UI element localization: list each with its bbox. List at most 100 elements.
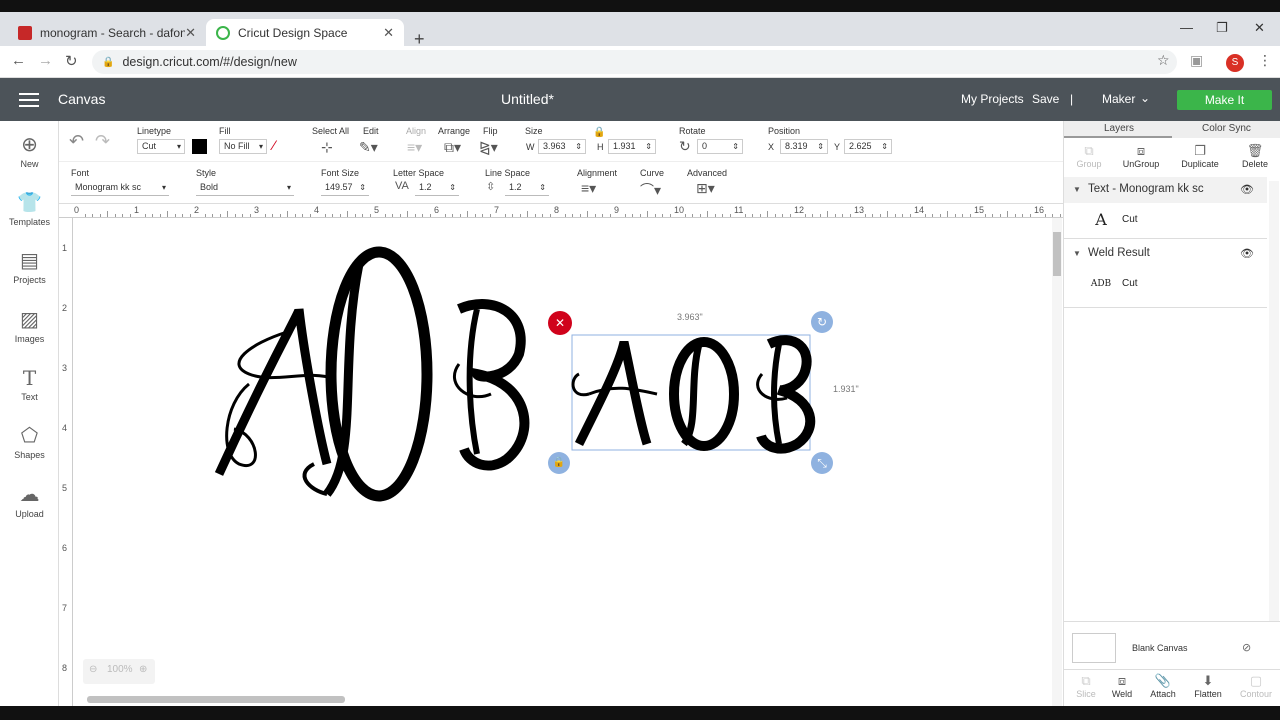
vertical-scrollbar[interactable] <box>1052 218 1062 706</box>
letter-space-input[interactable]: 1.2 ⇕ <box>415 181 459 196</box>
y-position-input[interactable]: 2.625 ⇕ <box>844 139 892 154</box>
stepper-icon[interactable]: ⇕ <box>881 140 888 153</box>
group-button[interactable]: ⧉ Group <box>1064 143 1114 169</box>
browser-menu-icon[interactable]: ⋮ <box>1258 52 1272 69</box>
color-swatch[interactable] <box>192 139 207 154</box>
edit-tools-icon[interactable]: ✎▾ <box>359 139 378 156</box>
rotate-handle-icon[interactable]: ↻ <box>811 311 833 333</box>
layer-group-header[interactable]: ▼ Text - Monogram kk sc 👁 <box>1064 177 1267 203</box>
url-field[interactable]: 🔒 design.cricut.com/#/design/new <box>92 50 1177 74</box>
flatten-button[interactable]: ⬇ Flatten <box>1186 673 1230 699</box>
chevron-down-icon[interactable]: ⌄ <box>1140 91 1150 105</box>
flip-button[interactable]: Flip <box>483 126 498 136</box>
arrange-button[interactable]: Arrange <box>438 126 470 136</box>
edit-button[interactable]: Edit <box>363 126 379 136</box>
lock-handle-icon[interactable]: 🔒 <box>548 452 570 474</box>
back-icon[interactable]: ← <box>11 52 26 69</box>
lock-proportions-icon[interactable]: 🔒 <box>593 127 605 138</box>
zoom-in-icon[interactable]: ⊕ <box>139 664 147 675</box>
make-it-button[interactable]: Make It <box>1177 90 1272 110</box>
collapse-triangle-icon[interactable]: ▼ <box>1073 185 1081 194</box>
tab-layers[interactable]: Layers <box>1104 123 1134 134</box>
stepper-icon[interactable]: ⇕ <box>449 181 456 194</box>
design-canvas[interactable]: 0 1 2 3 4 5 6 7 8 9 10 11 12 13 14 15 16 12345678 <box>59 204 1063 706</box>
layers-scrollbar[interactable] <box>1269 181 1279 621</box>
divider <box>1064 307 1267 308</box>
duplicate-button[interactable]: ❐ Duplicate <box>1175 143 1225 169</box>
minimize-icon[interactable]: — <box>1180 20 1193 35</box>
resize-handle-icon[interactable]: ⤡ <box>811 452 833 474</box>
y-value: 2.625 <box>849 141 872 151</box>
layer-item-weld-cut[interactable]: ADB Cut <box>1064 267 1267 301</box>
machine-select[interactable]: Maker <box>1102 92 1135 106</box>
fill-select[interactable]: No Fill ▾ <box>219 139 267 154</box>
sidebar-item-label: Text <box>21 392 38 402</box>
height-input[interactable]: 1.931 ⇕ <box>608 139 656 154</box>
stepper-icon[interactable]: ⇕ <box>575 140 582 153</box>
arrange-icon[interactable]: ⧉▾ <box>444 139 461 156</box>
visibility-eye-icon[interactable]: 👁 <box>1240 183 1254 196</box>
bookmark-star-icon[interactable]: ☆ <box>1157 52 1170 69</box>
delete-handle-icon[interactable]: ✕ <box>548 311 572 335</box>
delete-button[interactable]: 🗑 Delete <box>1230 143 1280 169</box>
rotate-input[interactable]: 0 ⇕ <box>697 139 743 154</box>
align-icon[interactable]: ≡▾ <box>407 139 422 156</box>
style-select[interactable]: Bold ▾ <box>196 181 294 196</box>
tab-color-sync[interactable]: Color Sync <box>1202 123 1251 134</box>
horizontal-scrollbar[interactable] <box>87 696 345 703</box>
contour-button[interactable]: ▢ Contour <box>1234 673 1278 699</box>
save-link[interactable]: Save <box>1032 92 1059 106</box>
weld-button[interactable]: ⧈ Weld <box>1100 673 1144 699</box>
sidebar-item-templates[interactable]: 👕 Templates <box>0 191 59 227</box>
close-tab-icon[interactable]: ✕ <box>383 25 394 41</box>
select-all-button[interactable]: Select All <box>312 126 349 136</box>
browser-tab-dafont[interactable]: monogram - Search - dafont.com ✕ <box>8 19 206 46</box>
close-tab-icon[interactable]: ✕ <box>185 25 196 41</box>
stepper-icon[interactable]: ⇕ <box>539 181 546 194</box>
redo-icon[interactable]: ↷ <box>95 131 110 152</box>
browser-tab-cricut[interactable]: Cricut Design Space ✕ <box>206 19 404 46</box>
line-space-input[interactable]: 1.2 ⇕ <box>505 181 549 196</box>
stepper-icon[interactable]: ⇕ <box>732 140 739 153</box>
font-select[interactable]: Monogram kk sc ▾ <box>71 181 169 196</box>
scrollbar-thumb[interactable] <box>1053 232 1061 276</box>
position-label: Position <box>768 126 801 136</box>
window-close-icon[interactable]: ✕ <box>1254 20 1265 36</box>
undo-icon[interactable]: ↶ <box>69 131 84 152</box>
extension-icon[interactable]: ▣ <box>1190 52 1203 69</box>
reload-icon[interactable]: ↻ <box>65 52 78 70</box>
width-input[interactable]: 3.963 ⇕ <box>538 139 586 154</box>
flatten-label: Flatten <box>1194 689 1222 699</box>
sidebar-item-text[interactable]: T Text <box>0 366 59 402</box>
sidebar-item-new[interactable]: ⊕ New <box>0 133 59 169</box>
stepper-icon[interactable]: ⇕ <box>645 140 652 153</box>
sidebar-item-shapes[interactable]: ⬠ Shapes <box>0 424 59 460</box>
text-align-icon[interactable]: ≡▾ <box>581 180 596 197</box>
sidebar-item-upload[interactable]: ☁ Upload <box>0 483 59 519</box>
profile-avatar[interactable]: S <box>1226 54 1244 72</box>
collapse-triangle-icon[interactable]: ▼ <box>1073 249 1081 258</box>
select-all-icon[interactable]: ⊹ <box>321 139 333 156</box>
hidden-eye-icon[interactable]: ⊘ <box>1242 641 1251 654</box>
visibility-eye-icon[interactable]: 👁 <box>1240 247 1254 260</box>
ungroup-button[interactable]: ⧈ UnGroup <box>1116 143 1166 169</box>
font-size-input[interactable]: 149.57 ⇕ <box>321 181 369 196</box>
maximize-icon[interactable]: ❐ <box>1216 20 1228 36</box>
stepper-icon[interactable]: ⇕ <box>817 140 824 153</box>
linetype-select[interactable]: Cut ▾ <box>137 139 185 154</box>
forward-icon[interactable]: → <box>38 52 53 69</box>
flip-icon[interactable]: ⧎▾ <box>479 139 498 156</box>
my-projects-link[interactable]: My Projects <box>961 92 1024 106</box>
sidebar-item-projects[interactable]: ▤ Projects <box>0 249 59 285</box>
stepper-icon[interactable]: ⇕ <box>359 181 366 194</box>
sidebar-item-images[interactable]: ▨ Images <box>0 308 59 344</box>
layer-group-header[interactable]: ▼ Weld Result 👁 <box>1064 241 1267 267</box>
attach-button[interactable]: 📎 Attach <box>1141 673 1185 699</box>
x-position-input[interactable]: 8.319 ⇕ <box>780 139 828 154</box>
advanced-icon[interactable]: ⊞▾ <box>696 180 715 197</box>
layer-item-text-cut[interactable]: A Cut <box>1064 203 1267 237</box>
align-button[interactable]: Align <box>406 126 426 136</box>
curve-icon[interactable]: ⌒▾ <box>640 180 661 200</box>
zoom-out-icon[interactable]: ⊖ <box>89 664 97 675</box>
blank-canvas-swatch[interactable] <box>1072 633 1116 663</box>
